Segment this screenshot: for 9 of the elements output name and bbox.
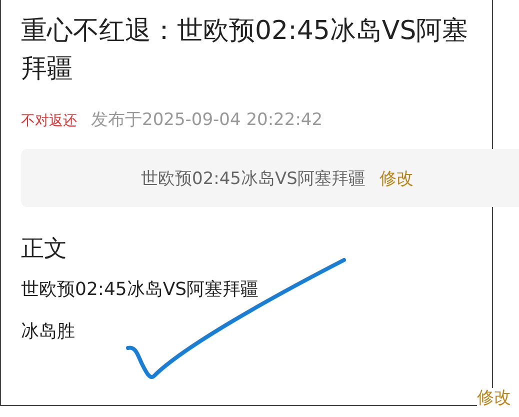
article-title: 重心不红退：世欧预02:45冰岛VS阿塞拜疆: [21, 15, 470, 86]
edit-link[interactable]: 修改: [477, 388, 511, 408]
refund-tag: 不对返还: [21, 112, 77, 130]
body-text: 冰岛胜: [21, 320, 76, 344]
body-text: 世欧预02:45冰岛VS阿塞拜疆: [21, 278, 260, 302]
publish-time: 发布于2025-09-04 20:22:42: [91, 109, 323, 131]
edit-link[interactable]: 修改: [379, 166, 414, 190]
section-heading: 正文: [21, 235, 68, 264]
summary-text: 世欧预02:45冰岛VS阿塞拜疆: [141, 168, 366, 190]
